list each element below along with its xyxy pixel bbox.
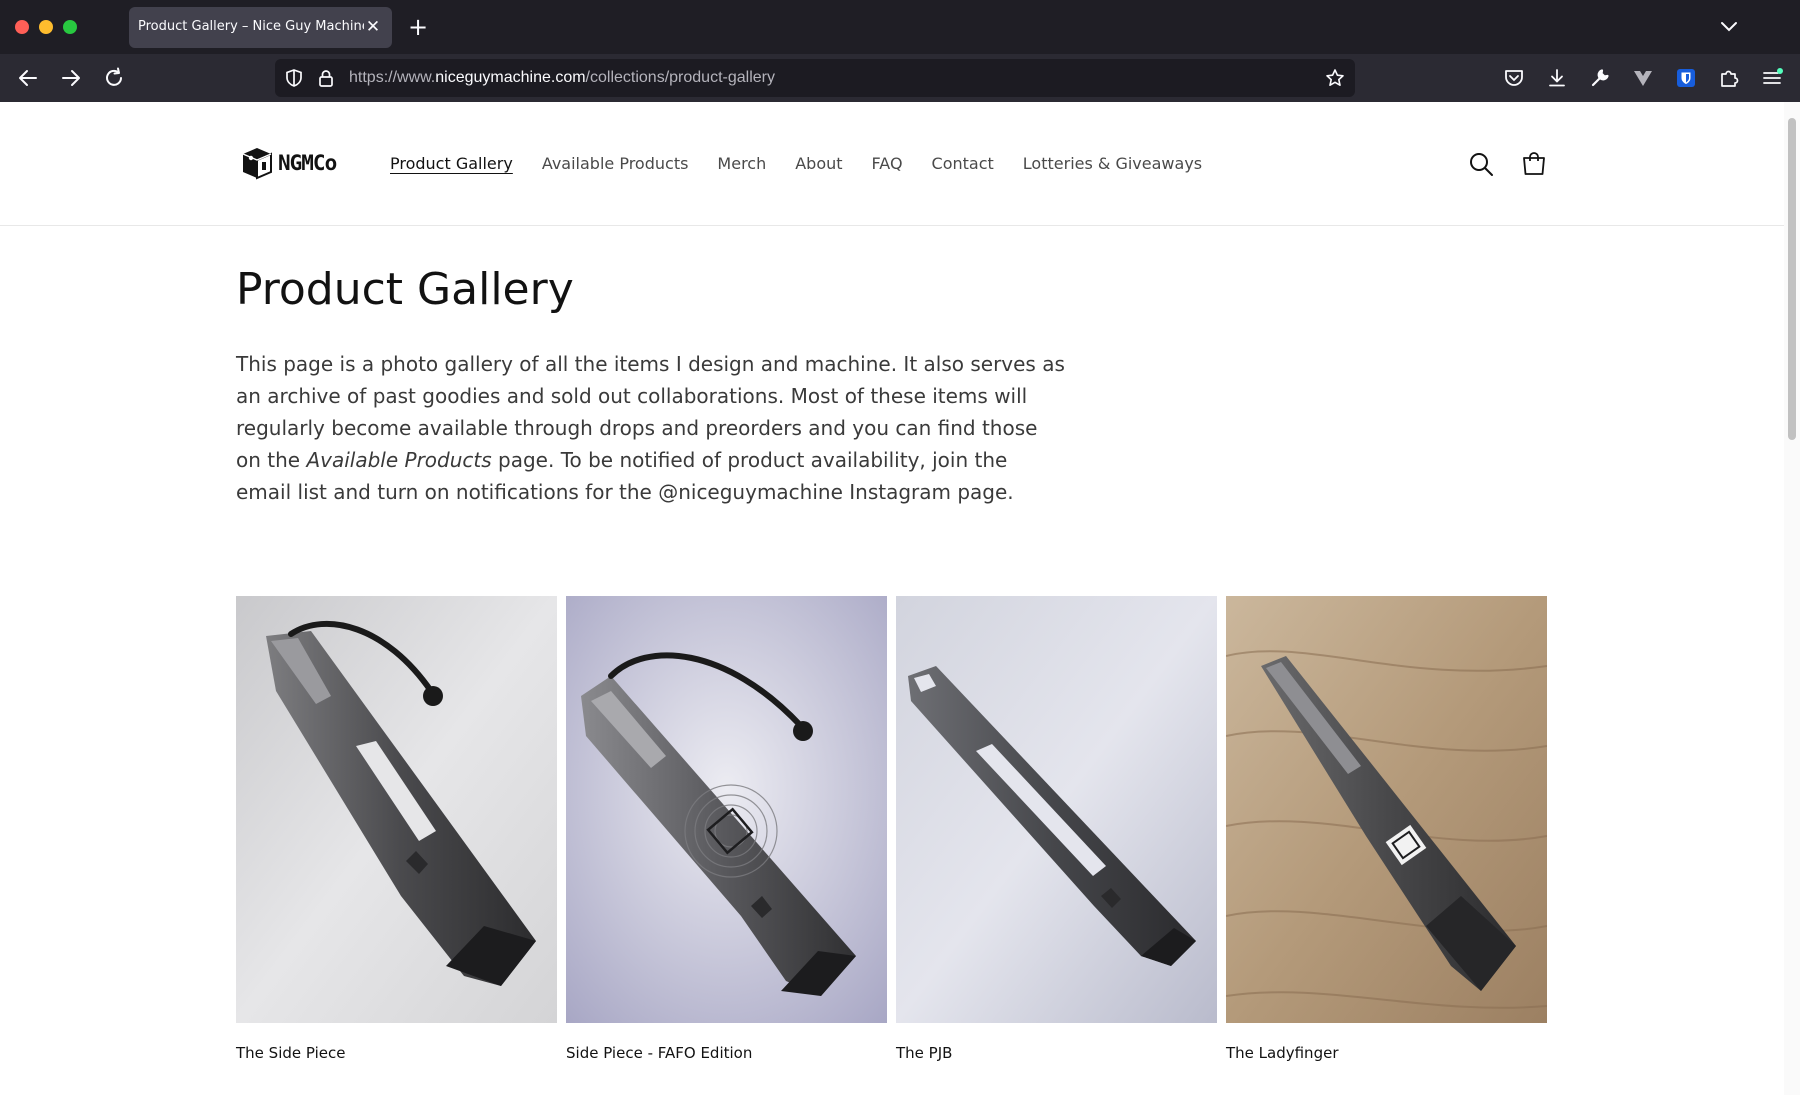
tab-title: Product Gallery – Nice Guy Machine <box>138 19 364 34</box>
browser-tab-bar: Product Gallery – Nice Guy Machine ✕ + <box>0 0 1800 54</box>
product-title[interactable]: The Side Piece <box>236 1044 557 1062</box>
product-card-ladyfinger[interactable]: The Ladyfinger <box>1226 596 1547 1062</box>
tab-close-icon[interactable]: ✕ <box>363 15 383 39</box>
nav-merch[interactable]: Merch <box>717 152 766 176</box>
nav-lotteries-giveaways[interactable]: Lotteries & Giveaways <box>1023 152 1202 176</box>
url-path: /collections/product-gallery <box>585 69 775 86</box>
product-title[interactable]: The Ladyfinger <box>1226 1044 1547 1062</box>
bookmark-star-icon[interactable] <box>1325 68 1345 88</box>
product-card-side-piece-fafo[interactable]: Side Piece - FAFO Edition <box>566 596 887 1062</box>
product-card-pjb[interactable]: The PJB <box>896 596 1217 1062</box>
page-scrollbar[interactable] <box>1784 102 1800 1095</box>
search-icon[interactable] <box>1467 150 1495 178</box>
vue-devtools-icon[interactable] <box>1629 64 1657 92</box>
shield-icon[interactable] <box>284 68 304 88</box>
gallery-intro: This page is a photo gallery of all the … <box>236 348 1066 508</box>
forward-icon[interactable] <box>57 64 85 92</box>
nav-contact[interactable]: Contact <box>932 152 994 176</box>
close-window-button[interactable] <box>15 20 29 34</box>
nav-faq[interactable]: FAQ <box>872 152 903 176</box>
product-card-side-piece[interactable]: The Side Piece <box>236 596 557 1062</box>
new-tab-button[interactable]: + <box>404 14 432 42</box>
back-icon[interactable] <box>14 64 42 92</box>
lock-icon[interactable] <box>316 68 336 88</box>
product-image-pjb[interactable] <box>896 596 1217 1023</box>
site-header: NGMCo Product Gallery Available Products… <box>0 102 1784 226</box>
product-title[interactable]: The PJB <box>896 1044 1217 1062</box>
bitwarden-icon[interactable] <box>1672 64 1700 92</box>
main-nav: Product Gallery Available Products Merch… <box>390 152 1202 176</box>
scrollbar-thumb[interactable] <box>1788 118 1796 440</box>
maximize-window-button[interactable] <box>63 20 77 34</box>
address-bar[interactable]: https://www.niceguymachine.com/collectio… <box>275 59 1355 97</box>
cart-icon[interactable] <box>1520 150 1548 178</box>
nav-about[interactable]: About <box>795 152 842 176</box>
menu-icon[interactable] <box>1758 64 1786 92</box>
extensions-icon[interactable] <box>1715 64 1743 92</box>
minimize-window-button[interactable] <box>39 20 53 34</box>
url-domain: niceguymachine.com <box>435 69 586 86</box>
site-logo[interactable]: NGMCo <box>240 144 346 182</box>
url-text[interactable]: https://www.niceguymachine.com/collectio… <box>349 69 775 87</box>
product-image-side-piece-fafo[interactable] <box>566 596 887 1023</box>
page-viewport: NGMCo Product Gallery Available Products… <box>0 102 1784 1095</box>
product-image-side-piece[interactable] <box>236 596 557 1023</box>
chevron-down-icon[interactable] <box>1716 16 1742 38</box>
reload-icon[interactable] <box>100 64 128 92</box>
product-title[interactable]: Side Piece - FAFO Edition <box>566 1044 887 1062</box>
browser-toolbar: https://www.niceguymachine.com/collectio… <box>0 54 1800 102</box>
intro-emphasis: Available Products <box>306 448 492 472</box>
nav-product-gallery[interactable]: Product Gallery <box>390 152 513 176</box>
page-title: Product Gallery <box>236 264 574 315</box>
product-grid: The Side Piece Side Piece - FAFO Edition… <box>236 596 1548 1066</box>
nav-available-products[interactable]: Available Products <box>542 152 689 176</box>
product-image-ladyfinger[interactable] <box>1226 596 1547 1023</box>
cube-logo-icon <box>242 148 272 180</box>
url-prefix: https://www. <box>349 69 436 86</box>
wrench-icon[interactable] <box>1586 64 1614 92</box>
pocket-icon[interactable] <box>1500 64 1528 92</box>
logo-text: NGMCo <box>278 151 337 175</box>
browser-tab-active[interactable]: Product Gallery – Nice Guy Machine ✕ <box>129 7 392 48</box>
downloads-icon[interactable] <box>1543 64 1571 92</box>
